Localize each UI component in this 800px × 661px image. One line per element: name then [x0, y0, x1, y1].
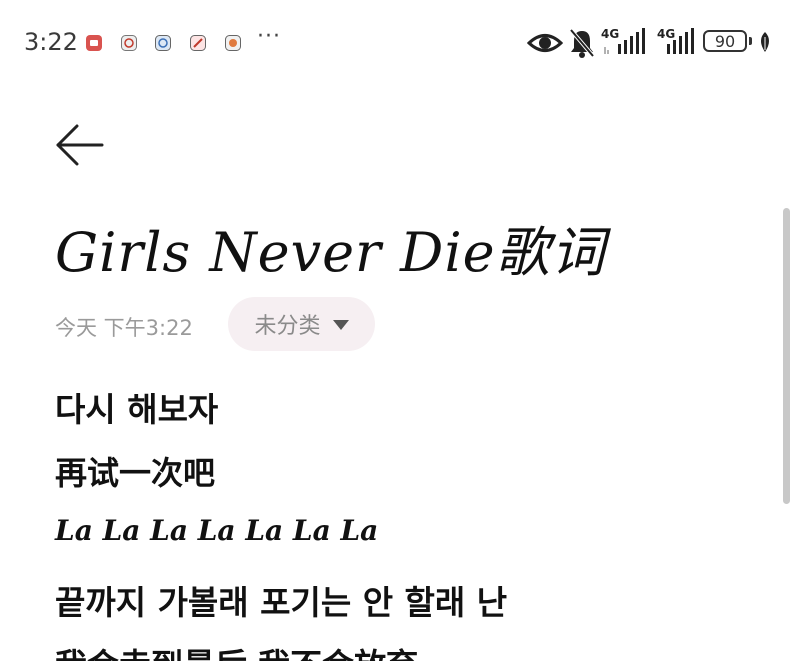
bell-muted-icon [569, 28, 595, 58]
more-notifications-icon: ··· [257, 24, 281, 49]
battery-level: 90 [714, 31, 736, 51]
note-line[interactable]: 再试一次吧 [55, 448, 215, 494]
category-label: 未分类 [254, 314, 321, 339]
note-line[interactable]: 我会走到最后 我不会放弃 [55, 640, 418, 661]
note-screen: 3:22 ··· 4G 4G 90 Girls Never Die歌词 今天 下… [0, 0, 800, 661]
note-line[interactable]: 끝까지 가볼래 포기는 안 할래 난 [55, 576, 507, 624]
back-button[interactable] [50, 118, 110, 170]
note-date: 今天 下午3:22 [55, 316, 193, 340]
signal-icon [604, 28, 645, 54]
signal-icon [667, 28, 694, 54]
status-bar: 3:22 ··· 4G 4G 90 [0, 0, 800, 86]
app-notification-icon [190, 35, 206, 51]
app-notification-icon [86, 35, 102, 51]
app-notification-icon [225, 35, 241, 51]
caret-down-icon [332, 320, 349, 330]
note-line[interactable]: 다시 해보자 [55, 383, 218, 431]
scrollbar[interactable] [783, 208, 790, 504]
leaf-icon [761, 32, 769, 52]
eye-icon [527, 34, 563, 52]
back-arrow-icon [56, 124, 104, 166]
battery-nub [749, 37, 752, 45]
note-line[interactable]: La La La La La La La [55, 514, 378, 547]
app-notification-icon [121, 35, 137, 51]
category-dropdown[interactable]: 未分类 [228, 297, 375, 351]
battery-icon: 90 [703, 30, 747, 52]
note-title[interactable]: Girls Never Die歌词 [55, 208, 606, 287]
status-time: 3:22 [24, 28, 78, 56]
app-notification-icon [155, 35, 171, 51]
